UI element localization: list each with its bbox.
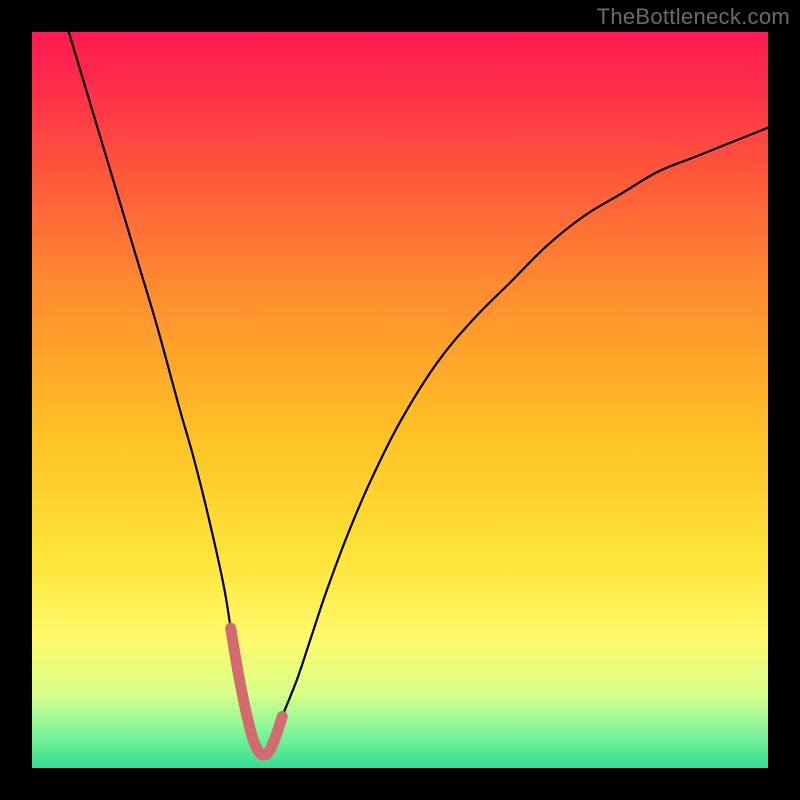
plot-area	[32, 32, 768, 768]
gradient-rect	[32, 32, 768, 768]
chart-frame: TheBottleneck.com	[0, 0, 800, 800]
chart-svg	[32, 32, 768, 768]
watermark-text: TheBottleneck.com	[597, 4, 790, 30]
